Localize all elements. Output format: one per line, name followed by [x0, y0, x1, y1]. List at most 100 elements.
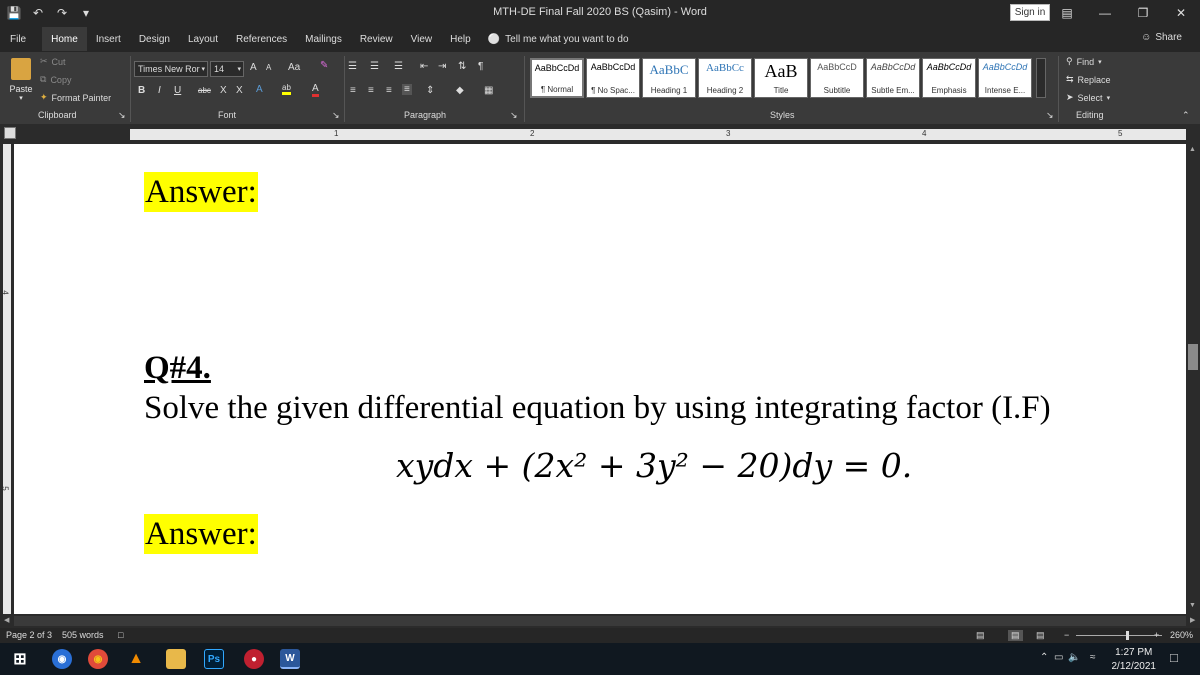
- clipboard-launcher-icon[interactable]: ↘: [118, 110, 126, 121]
- read-mode-icon[interactable]: ▤: [976, 630, 985, 641]
- shading-icon[interactable]: ◆: [456, 85, 464, 96]
- style-normal[interactable]: AaBbCcDd ¶ Normal: [530, 58, 584, 98]
- horizontal-scrollbar[interactable]: ◀ ▶: [0, 614, 1200, 628]
- font-name-box[interactable]: Times New Ror ▾: [134, 61, 208, 77]
- ribbon-display-options-icon[interactable]: ▤: [1048, 0, 1086, 26]
- bold-button[interactable]: B: [138, 85, 145, 96]
- volume-icon[interactable]: 🔈: [1068, 652, 1080, 663]
- scroll-down-icon[interactable]: ▼: [1189, 602, 1196, 609]
- zoom-in-icon[interactable]: +: [1154, 630, 1159, 640]
- styles-launcher-icon[interactable]: ↘: [1046, 110, 1054, 121]
- justify-icon[interactable]: ≡: [402, 84, 412, 95]
- app-icon[interactable]: ●: [244, 649, 264, 669]
- app-icon[interactable]: ◉: [52, 649, 72, 669]
- vlc-icon[interactable]: ▲: [126, 649, 146, 669]
- vertical-scrollbar[interactable]: ▲ ▼: [1186, 144, 1200, 614]
- bullets-icon[interactable]: ☰: [348, 61, 357, 72]
- find-button[interactable]: ⚲ Find ▾: [1066, 56, 1102, 67]
- save-icon[interactable]: 💾: [6, 5, 22, 21]
- document-page[interactable]: Answer: Q#4. Solve the given differentia…: [14, 144, 1186, 614]
- increase-indent-icon[interactable]: ⇥: [438, 61, 446, 72]
- clock[interactable]: 1:27 PM 2/12/2021: [1112, 646, 1157, 674]
- style-title[interactable]: AaB Title: [754, 58, 808, 98]
- zoom-slider[interactable]: [1076, 635, 1162, 636]
- select-button[interactable]: ➤ Select ▾: [1066, 92, 1110, 103]
- tab-insert[interactable]: Insert: [87, 27, 130, 51]
- show-marks-icon[interactable]: ¶: [478, 61, 483, 72]
- align-right-icon[interactable]: ≡: [386, 85, 392, 96]
- style-intense-emphasis[interactable]: AaBbCcDd Intense E...: [978, 58, 1032, 98]
- zoom-level[interactable]: 260%: [1170, 630, 1193, 640]
- style-emphasis[interactable]: AaBbCcDd Emphasis: [922, 58, 976, 98]
- tab-home[interactable]: Home: [42, 27, 87, 51]
- superscript-button[interactable]: X: [236, 85, 243, 96]
- share-button[interactable]: ☺ Share: [1141, 32, 1182, 43]
- page-count[interactable]: Page 2 of 3: [6, 630, 52, 640]
- style-subtitle[interactable]: AaBbCcD Subtitle: [810, 58, 864, 98]
- style-subtle-emphasis[interactable]: AaBbCcDd Subtle Em...: [866, 58, 920, 98]
- tab-review[interactable]: Review: [351, 27, 402, 51]
- tab-file[interactable]: File: [0, 27, 42, 51]
- change-case-button[interactable]: Aa: [288, 62, 300, 73]
- font-size-box[interactable]: 14 ▾: [210, 61, 244, 77]
- tab-references[interactable]: References: [227, 27, 296, 51]
- windows-start-icon[interactable]: ⊞: [10, 649, 30, 669]
- scroll-left-icon[interactable]: ◀: [4, 616, 9, 624]
- decrease-indent-icon[interactable]: ⇤: [420, 61, 428, 72]
- paragraph-launcher-icon[interactable]: ↘: [510, 110, 518, 121]
- tab-view[interactable]: View: [402, 27, 442, 51]
- strikethrough-button[interactable]: abc: [198, 86, 211, 95]
- zoom-slider-knob[interactable]: [1126, 631, 1129, 640]
- tell-me-box[interactable]: ⚪ Tell me what you want to do: [480, 34, 629, 45]
- font-color-button[interactable]: A: [312, 83, 319, 97]
- close-icon[interactable]: ✕: [1162, 0, 1200, 26]
- align-left-icon[interactable]: ≡: [350, 85, 356, 96]
- horizontal-scroll-track[interactable]: [14, 616, 1186, 626]
- align-center-icon[interactable]: ≡: [368, 85, 374, 96]
- battery-icon[interactable]: ▭: [1054, 652, 1063, 663]
- font-name-dropdown-icon[interactable]: ▾: [201, 65, 205, 73]
- tab-design[interactable]: Design: [130, 27, 179, 51]
- tray-expand-icon[interactable]: ⌃: [1040, 652, 1048, 663]
- web-layout-icon[interactable]: ▤: [1036, 630, 1045, 641]
- copy-button[interactable]: ⧉ Copy: [40, 74, 71, 85]
- zoom-out-icon[interactable]: −: [1064, 630, 1069, 640]
- notifications-icon[interactable]: □: [1170, 650, 1178, 665]
- text-effects-icon[interactable]: A: [256, 84, 263, 95]
- redo-icon[interactable]: ↷: [54, 5, 70, 21]
- wifi-icon[interactable]: ≈: [1090, 652, 1096, 663]
- word-taskbar-icon[interactable]: W: [280, 649, 300, 669]
- paste-dropdown-icon[interactable]: ▾: [19, 94, 23, 102]
- scroll-up-icon[interactable]: ▲: [1189, 146, 1196, 153]
- proofing-icon[interactable]: □: [118, 630, 123, 640]
- format-painter-button[interactable]: ✦ Format Painter: [40, 92, 111, 103]
- tab-layout[interactable]: Layout: [179, 27, 227, 51]
- line-spacing-icon[interactable]: ⇕: [426, 85, 434, 96]
- minimize-icon[interactable]: —: [1086, 0, 1124, 26]
- highlight-button[interactable]: ab: [282, 83, 291, 95]
- shrink-font-button[interactable]: A: [266, 63, 271, 72]
- style-no-spacing[interactable]: AaBbCcDd ¶ No Spac...: [586, 58, 640, 98]
- cut-button[interactable]: ✂ Cut: [40, 56, 66, 67]
- photoshop-icon[interactable]: Ps: [204, 649, 224, 669]
- restore-icon[interactable]: ❐: [1124, 0, 1162, 26]
- sign-in-button[interactable]: Sign in: [1010, 4, 1050, 21]
- style-heading-2[interactable]: AaBbCc Heading 2: [698, 58, 752, 98]
- replace-button[interactable]: ⇆ Replace: [1066, 74, 1111, 85]
- undo-icon[interactable]: ↶: [30, 5, 46, 21]
- chrome-icon[interactable]: ◉: [88, 649, 108, 669]
- italic-button[interactable]: I: [158, 85, 161, 96]
- word-count[interactable]: 505 words: [62, 630, 104, 640]
- styles-scroll[interactable]: [1036, 58, 1046, 98]
- sort-icon[interactable]: ⇅: [458, 61, 466, 72]
- multilevel-list-icon[interactable]: ☰: [394, 61, 403, 72]
- vertical-ruler[interactable]: 4 5: [0, 144, 14, 614]
- horizontal-ruler[interactable]: 1 2 3 4 5: [130, 129, 1186, 140]
- tab-selector[interactable]: [4, 127, 16, 139]
- scroll-right-icon[interactable]: ▶: [1190, 616, 1195, 624]
- borders-icon[interactable]: ▦: [484, 85, 493, 96]
- tab-mailings[interactable]: Mailings: [296, 27, 351, 51]
- numbering-icon[interactable]: ☰: [370, 61, 379, 72]
- subscript-button[interactable]: X: [220, 85, 227, 96]
- font-size-dropdown-icon[interactable]: ▾: [237, 65, 241, 73]
